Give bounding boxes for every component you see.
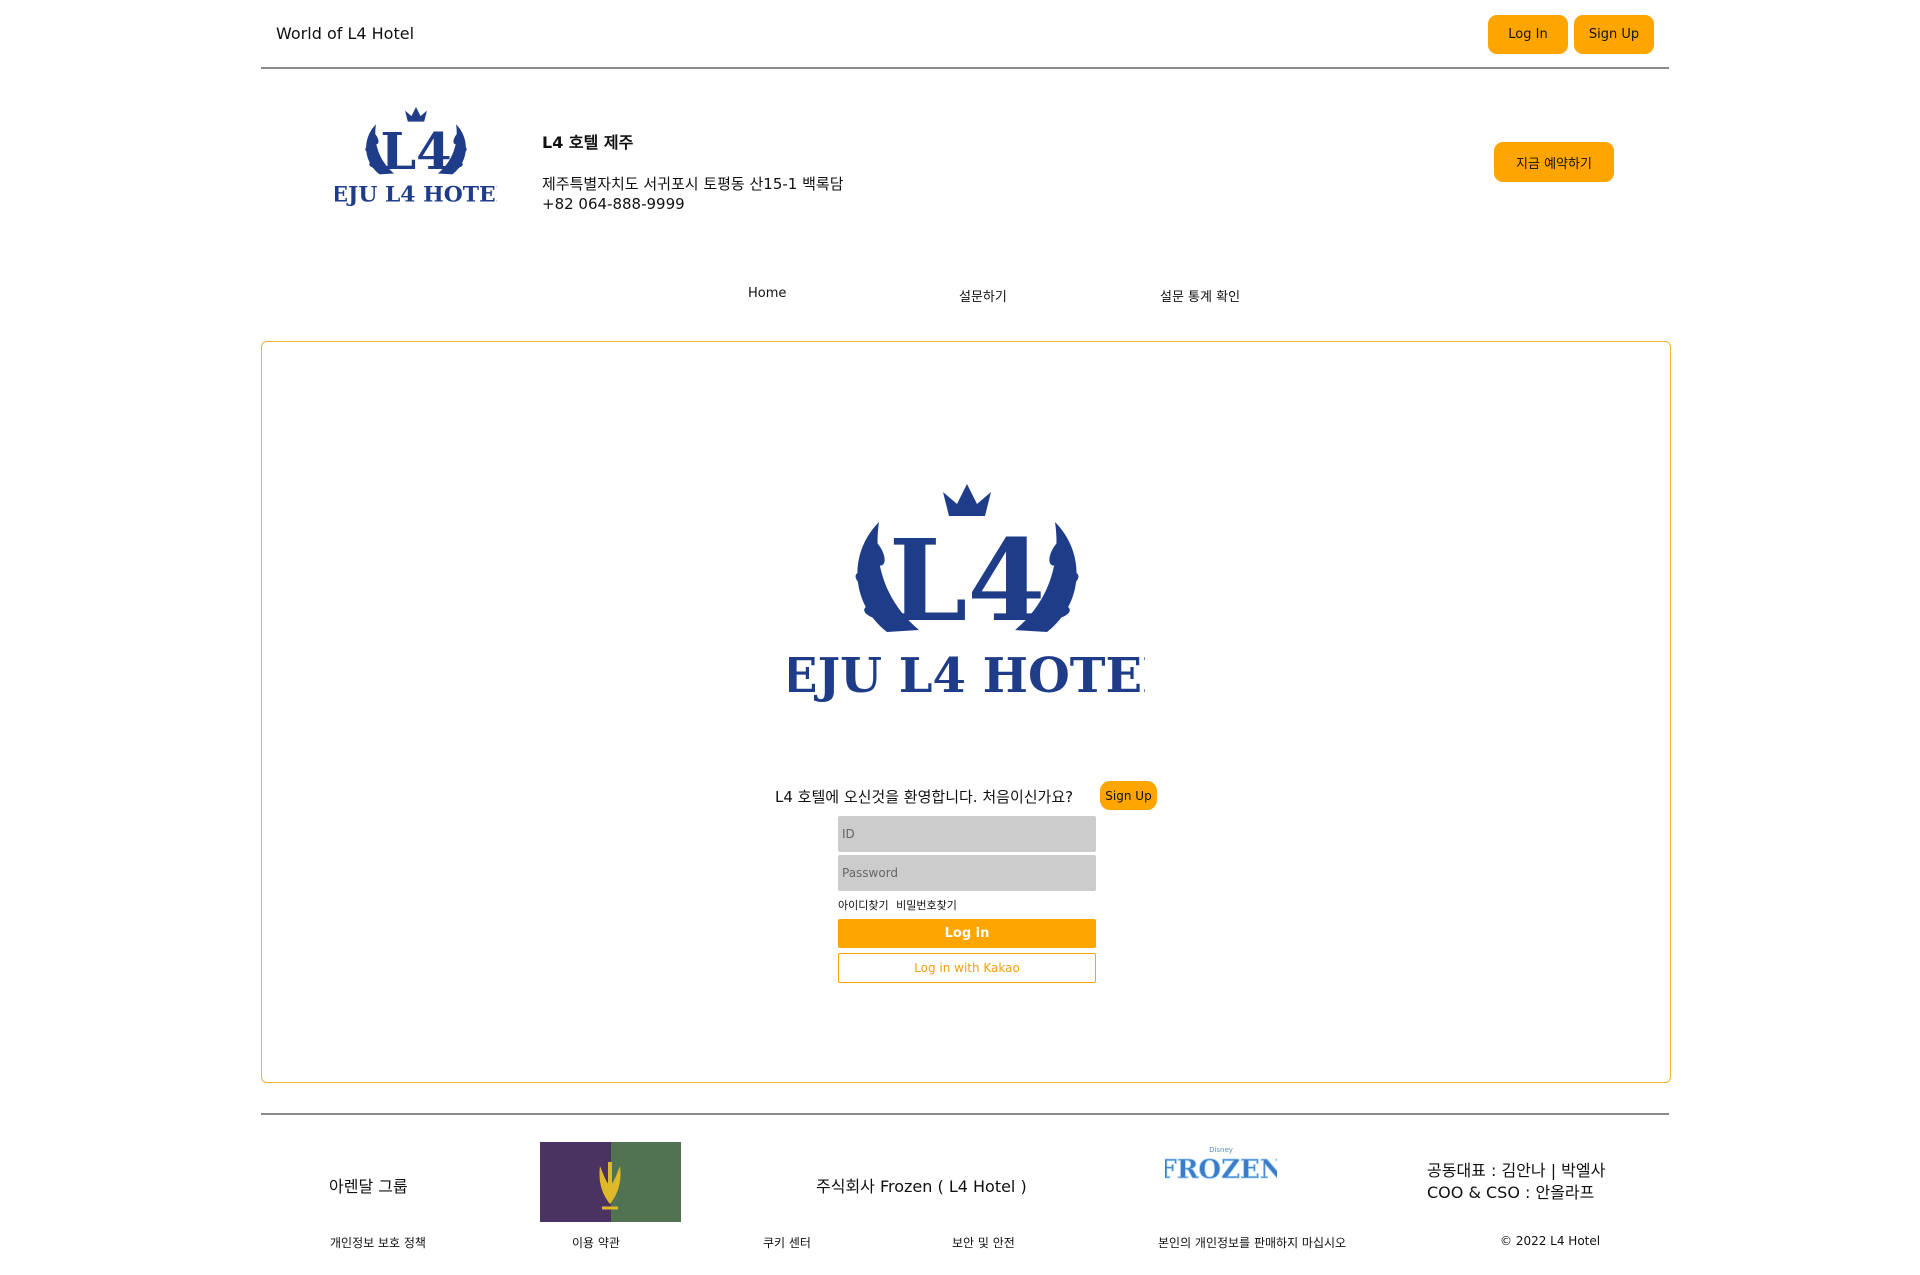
id-input[interactable] — [838, 816, 1096, 852]
find-password-link[interactable]: 비밀번호찾기 — [896, 899, 957, 912]
footer-links: 개인정보 보호 정책 이용 약관 쿠키 센터 보안 및 안전 본인의 개인정보를… — [261, 1234, 1669, 1254]
find-account-links: 아이디찾기 비밀번호찾기 — [838, 897, 961, 913]
svg-text:FROZEN: FROZEN — [1165, 1155, 1277, 1185]
nav-item-survey-stats[interactable]: 설문 통계 확인 — [1160, 286, 1240, 305]
logo-mark-text: L4 — [380, 122, 451, 182]
hotel-logo-large: L4 JEJU L4 HOTEL — [789, 484, 1145, 704]
logo-wordmark-large: JEJU L4 HOTEL — [789, 648, 1145, 704]
footer-link-privacy-policy[interactable]: 개인정보 보호 정책 — [330, 1234, 426, 1251]
footer-link-cookie-center[interactable]: 쿠키 센터 — [763, 1234, 811, 1251]
footer-ceo-line: 공동대표 : 김안나 | 박엘사 — [1427, 1161, 1606, 1180]
header-login-button[interactable]: Log In — [1488, 15, 1568, 54]
top-bar: World of L4 Hotel Log In Sign Up — [261, 0, 1669, 69]
arendelle-crest-image — [540, 1142, 681, 1222]
nav-item-home[interactable]: Home — [748, 286, 786, 301]
password-input[interactable] — [838, 855, 1096, 891]
footer-group-name: 아렌달 그룹 — [329, 1177, 408, 1196]
footer-link-security[interactable]: 보안 및 안전 — [952, 1234, 1015, 1251]
footer-divider — [261, 1113, 1669, 1115]
hotel-header: L4 JEJU L4 HOTEL L4 호텔 제주 제주특별자치도 서귀포시 토… — [261, 69, 1669, 269]
reserve-now-button[interactable]: 지금 예약하기 — [1494, 142, 1614, 182]
hotel-address: 제주특별자치도 서귀포시 토평동 산15-1 백록담 — [542, 175, 844, 193]
footer-coo-line: COO & CSO : 안올라프 — [1427, 1183, 1595, 1202]
welcome-text: L4 호텔에 오신것을 환영합니다. 처음이신가요? — [775, 788, 1074, 806]
login-panel: L4 JEJU L4 HOTEL L4 호텔에 오신것을 환영합니다. 처음이신… — [261, 341, 1671, 1083]
login-button[interactable]: Log in — [838, 919, 1096, 948]
logo-mark-text-large: L4 — [889, 516, 1046, 647]
logo-wordmark: JEJU L4 HOTEL — [335, 182, 497, 208]
header-signup-button[interactable]: Sign Up — [1574, 15, 1654, 54]
footer-link-do-not-sell[interactable]: 본인의 개인정보를 판매하지 마십시오 — [1158, 1234, 1346, 1251]
hotel-name: L4 호텔 제주 — [542, 133, 634, 152]
svg-text:Disney: Disney — [1209, 1146, 1233, 1154]
copyright-text: © 2022 L4 Hotel — [1500, 1234, 1601, 1248]
welcome-row: L4 호텔에 오신것을 환영합니다. 처음이신가요? Sign Up — [262, 780, 1670, 812]
nav-item-survey[interactable]: 설문하기 — [959, 286, 1007, 305]
kakao-login-button[interactable]: Log in with Kakao — [838, 953, 1096, 983]
main-nav: Home 설문하기 설문 통계 확인 — [261, 286, 1669, 310]
hotel-logo-small: L4 JEJU L4 HOTEL — [335, 107, 497, 208]
site-title: World of L4 Hotel — [276, 24, 415, 43]
hotel-phone: +82 064-888-9999 — [542, 195, 685, 213]
find-id-link[interactable]: 아이디찾기 — [838, 899, 889, 912]
footer-company-name: 주식회사 Frozen ( L4 Hotel ) — [816, 1177, 1027, 1196]
footer-executives: 공동대표 : 김안나 | 박엘사 COO & CSO : 안올라프 — [1427, 1160, 1605, 1204]
signup-button[interactable]: Sign Up — [1100, 781, 1157, 810]
frozen-logo: Disney FROZEN — [1165, 1146, 1277, 1185]
footer-link-terms[interactable]: 이용 약관 — [572, 1234, 620, 1251]
